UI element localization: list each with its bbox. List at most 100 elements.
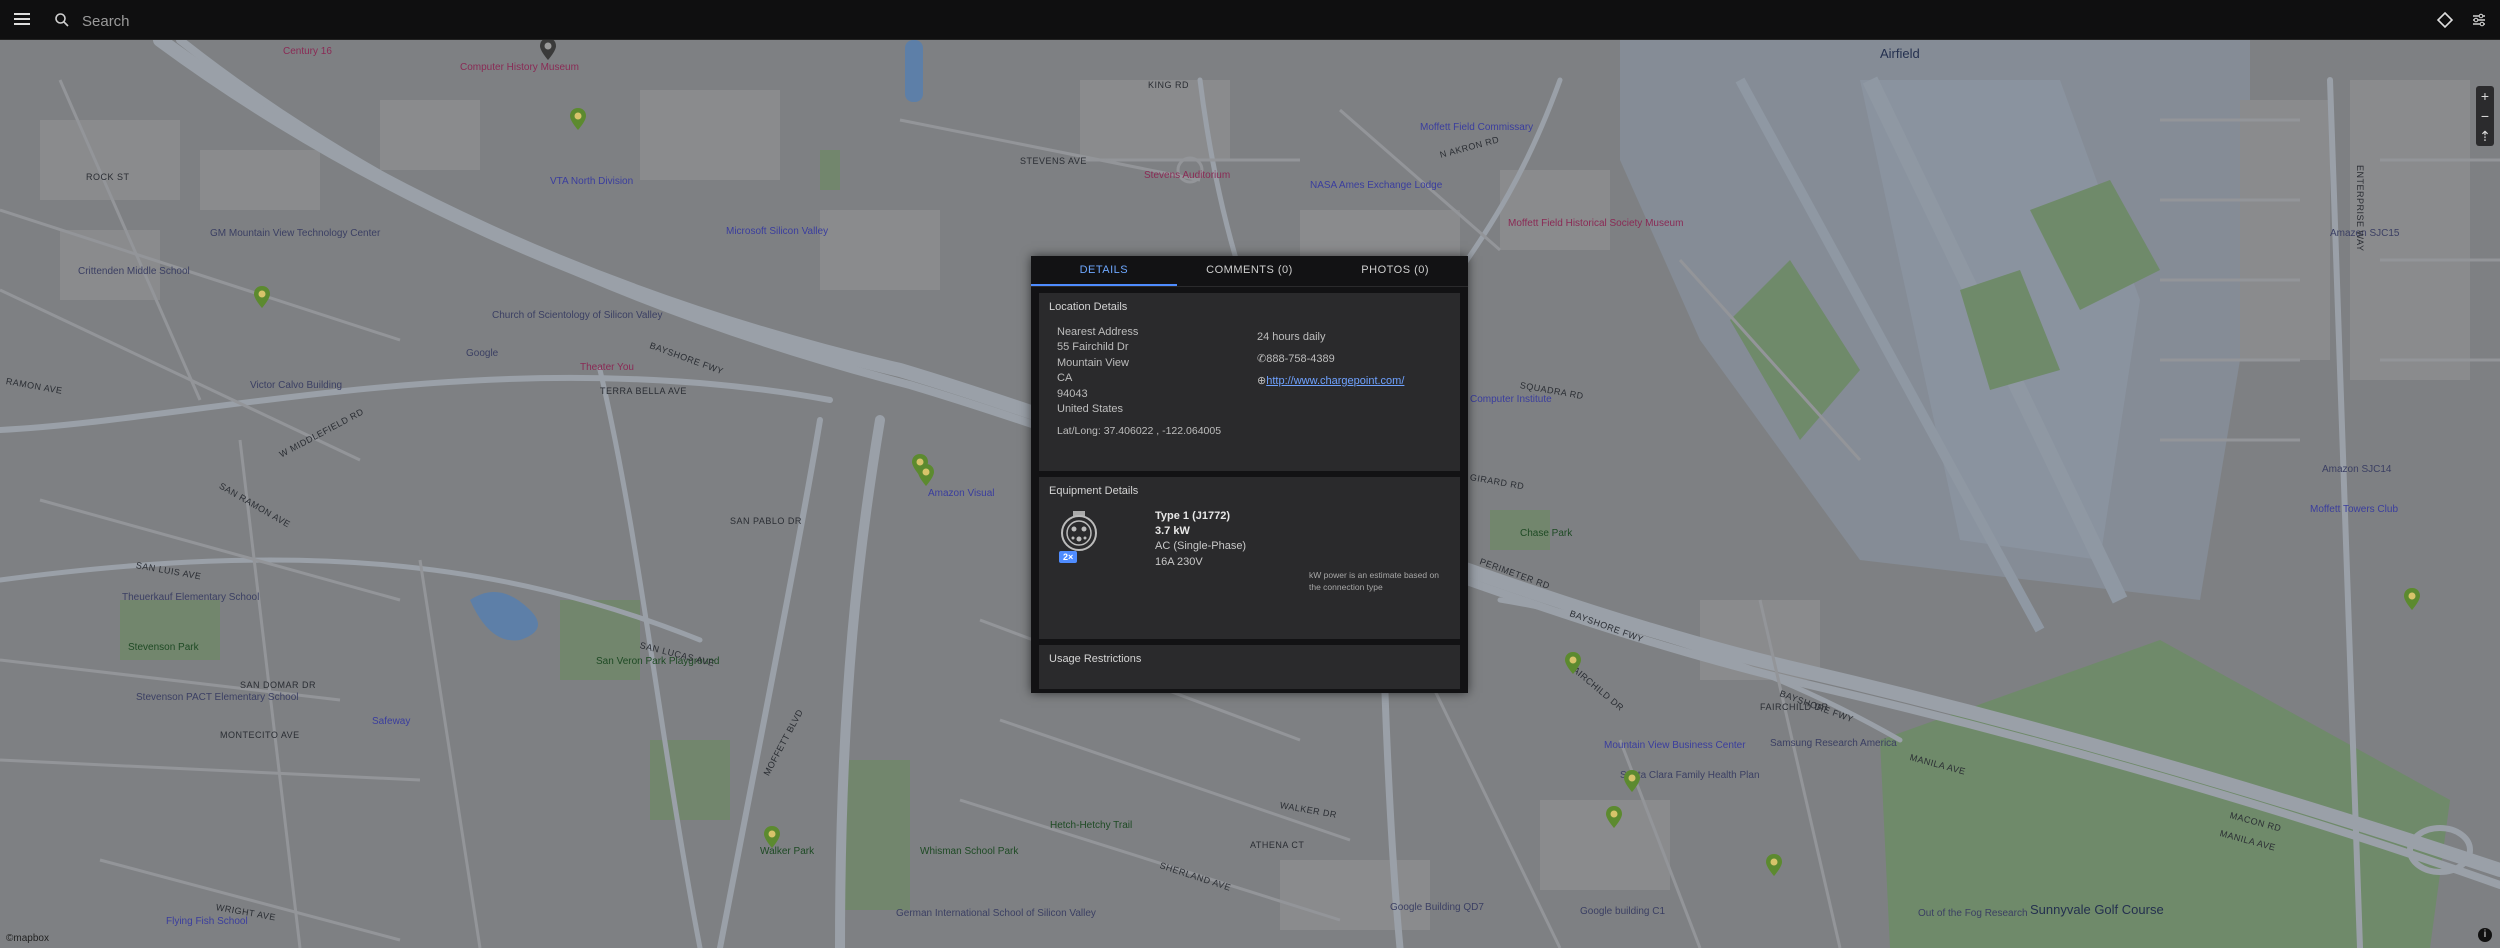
map-poi-label[interactable]: Santa Clara Family Health Plan: [1620, 770, 1760, 781]
zoom-out-button[interactable]: −: [2476, 106, 2494, 126]
map-poi-label[interactable]: Sunnyvale Golf Course: [2030, 902, 2164, 917]
map-poi-label[interactable]: NASA Ames Exchange Lodge: [1310, 180, 1442, 191]
usage-restrictions-title: Usage Restrictions: [1049, 653, 1142, 665]
map-poi-label[interactable]: GM Mountain View Technology Center: [210, 228, 380, 239]
map-road-label: ATHENA CT: [1250, 840, 1305, 850]
tab-photos[interactable]: PHOTOS (0): [1322, 256, 1468, 286]
map-poi-label[interactable]: Stevens Auditorium: [1144, 170, 1230, 181]
map-poi-label[interactable]: Amazon SJC14: [2322, 464, 2391, 475]
map-poi-label[interactable]: Hetch-Hetchy Trail: [1050, 820, 1132, 831]
map-poi-label[interactable]: Flying Fish School: [166, 916, 248, 927]
top-bar: [0, 0, 2500, 40]
tab-details[interactable]: DETAILS: [1031, 256, 1177, 286]
connector-type: Type 1 (J1772): [1155, 510, 1231, 522]
charger-pin-icon[interactable]: [1624, 770, 1640, 792]
website-link[interactable]: http://www.chargepoint.com/: [1266, 375, 1404, 387]
connector-j1772-icon: 2×: [1057, 509, 1101, 569]
compass-button[interactable]: ⇡: [2476, 126, 2494, 146]
map-road-label: STEVENS AVE: [1020, 156, 1087, 166]
lat-long: Lat/Long: 37.406022 , -122.064005: [1057, 425, 1222, 438]
phone-icon: ✆: [1257, 353, 1267, 365]
map-poi-label[interactable]: Google: [466, 348, 498, 359]
address-street: 55 Fairchild Dr: [1057, 341, 1129, 354]
location-details-title: Location Details: [1049, 301, 1128, 313]
search-icon: [55, 13, 69, 27]
map-poi-label[interactable]: Google Building QD7: [1390, 902, 1484, 913]
plug-icon: [1061, 511, 1097, 551]
phone-row: ✆888-758-4389: [1257, 348, 1404, 370]
phone-number[interactable]: 888-758-4389: [1266, 353, 1335, 365]
equipment-specs: Type 1 (J1772) 3.7 kW AC (Single-Phase) …: [1155, 509, 1246, 570]
map-poi-label[interactable]: Chase Park: [1520, 528, 1572, 539]
zoom-in-button[interactable]: +: [2476, 86, 2494, 106]
charger-pin-icon[interactable]: [764, 826, 780, 848]
address-city: Mountain View: [1057, 356, 1129, 369]
charger-details-dialog: DETAILS COMMENTS (0) PHOTOS (0) Location…: [1031, 256, 1468, 693]
map-poi-label[interactable]: Samsung Research America: [1770, 738, 1897, 749]
map-road-label: SAN PABLO DR: [730, 516, 802, 526]
map-poi-label[interactable]: Stevenson PACT Elementary School: [136, 692, 299, 703]
map-poi-label[interactable]: Moffett Field Historical Society Museum: [1508, 218, 1683, 229]
power-rating: 16A 230V: [1155, 555, 1203, 568]
connector-count-badge: 2×: [1059, 551, 1078, 563]
filter-settings-icon[interactable]: [2470, 11, 2488, 29]
charger-pin-icon[interactable]: [1606, 806, 1622, 828]
equipment-details-title: Equipment Details: [1049, 485, 1139, 497]
map-poi-label[interactable]: Church of Scientology of Silicon Valley: [492, 310, 662, 321]
map-poi-label[interactable]: Airfield: [1880, 46, 1920, 61]
hamburger-menu-icon[interactable]: [12, 10, 32, 30]
map-poi-label[interactable]: Crittenden Middle School: [78, 266, 190, 277]
map-attribution[interactable]: ©mapbox: [6, 933, 49, 944]
map-poi-label[interactable]: Moffett Towers Club: [2310, 504, 2398, 515]
charger-pin-icon[interactable]: [540, 40, 556, 60]
address-country: United States: [1057, 403, 1124, 416]
locate-icon[interactable]: [2436, 11, 2454, 29]
map-poi-label[interactable]: Moffett Field Commissary: [1420, 122, 1533, 133]
info-icon[interactable]: i: [2478, 928, 2492, 942]
location-details-section: Location Details Nearest Address 55 Fair…: [1039, 293, 1460, 471]
address-zip: 94043: [1057, 387, 1088, 400]
charger-pin-icon[interactable]: [2404, 588, 2420, 610]
globe-icon: ⊕: [1257, 375, 1267, 387]
charger-pin-icon[interactable]: [1766, 854, 1782, 876]
map-road-label: ENTERPRISE WAY: [2355, 165, 2365, 252]
address-label: Nearest Address: [1057, 326, 1139, 338]
map-poi-label[interactable]: Computer History Museum: [460, 62, 579, 73]
tab-comments[interactable]: COMMENTS (0): [1177, 256, 1323, 286]
map-road-label: KING RD: [1148, 80, 1190, 90]
map-poi-label[interactable]: Theater You: [580, 362, 634, 373]
address-state: CA: [1057, 372, 1073, 385]
current-type: AC (Single-Phase): [1155, 540, 1247, 553]
contact-block: 24 hours daily ✆888-758-4389 ⊕http://www…: [1257, 326, 1404, 417]
map-road-label: ROCK ST: [86, 172, 130, 182]
zoom-controls: + − ⇡: [2476, 86, 2494, 146]
map-poi-label[interactable]: Century 16: [283, 46, 332, 57]
map-poi-label[interactable]: German International School of Silicon V…: [896, 908, 1096, 919]
address-block: Nearest Address 55 Fairchild Dr Mountain…: [1049, 325, 1257, 417]
map-poi-label[interactable]: Stevenson Park: [128, 642, 199, 653]
map-road-label: TERRA BELLA AVE: [600, 386, 687, 396]
charger-pin-icon[interactable]: [918, 464, 934, 486]
map-poi-label[interactable]: Safeway: [372, 716, 410, 727]
map-poi-label[interactable]: Out of the Fog Research: [1918, 908, 2028, 919]
map-road-label: FAIRCHILD DR: [1760, 702, 1829, 712]
map-poi-label[interactable]: Mountain View Business Center: [1604, 740, 1746, 751]
charger-pin-icon[interactable]: [1565, 652, 1581, 674]
power-output: 3.7 kW: [1155, 525, 1190, 538]
power-estimate-note: kW power is an estimate based on the con…: [1309, 570, 1439, 592]
map-poi-label[interactable]: Computer Institute: [1470, 394, 1552, 405]
map-poi-label[interactable]: Whisman School Park: [920, 846, 1018, 857]
search-input[interactable]: [80, 8, 1484, 34]
map-poi-label[interactable]: Victor Calvo Building: [250, 380, 342, 391]
map-poi-label[interactable]: Microsoft Silicon Valley: [726, 226, 828, 237]
map-road-label: MONTECITO AVE: [220, 730, 300, 740]
usage-restrictions-section: Usage Restrictions: [1039, 645, 1460, 689]
map-poi-label[interactable]: Google building C1: [1580, 906, 1665, 917]
dialog-tabs: DETAILS COMMENTS (0) PHOTOS (0): [1031, 256, 1468, 287]
charger-pin-icon[interactable]: [254, 286, 270, 308]
opening-hours: 24 hours daily: [1257, 331, 1326, 343]
map-poi-label[interactable]: Amazon Visual: [928, 488, 995, 499]
map-poi-label[interactable]: Theuerkauf Elementary School: [122, 592, 259, 603]
charger-pin-icon[interactable]: [570, 108, 586, 130]
map-poi-label[interactable]: VTA North Division: [550, 176, 633, 187]
